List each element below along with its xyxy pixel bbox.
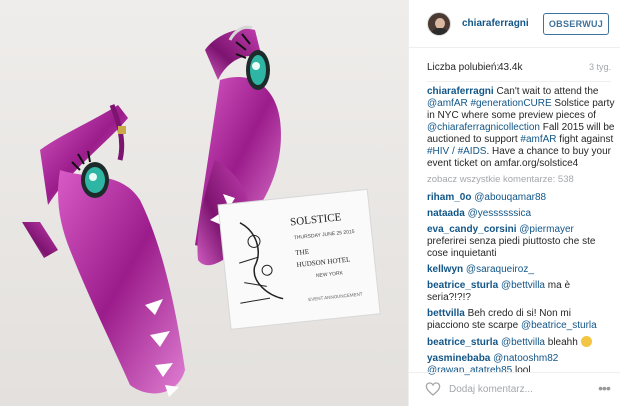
caption-link-hiv-aids[interactable]: #HIV / #AIDS [427,146,486,157]
view-all-comments-link[interactable]: zobacz wszystkie komentarze: 538 [427,174,615,186]
comment-mention[interactable]: @yessssssica [468,208,532,219]
post-header: chiaraferragni OBSERWUJ [409,0,620,48]
more-options-icon[interactable]: ••• [595,379,613,397]
post-time[interactable]: 3 tyg. [589,62,611,72]
caption-link-amfar-tags[interactable]: @amfAR #generationCURE [427,98,552,109]
comment: eva_candy_corsini @piermayer preferirei … [427,224,615,260]
add-comment-input[interactable] [449,380,589,398]
comment-mention[interactable]: @bettvilla [501,337,545,348]
card-venue-1: THE [295,248,309,257]
caption-link-amfar[interactable]: #amfAR [520,134,556,145]
comment-mention[interactable]: @piermayer [519,224,574,235]
comment-username[interactable]: beatrice_sturla [427,337,498,348]
comment: beatrice_sturla @bettvilla bleahh [427,336,615,349]
comment: nataada @yessssssica [427,208,615,220]
caption-text-6: fight against [556,134,614,145]
comment-username[interactable]: beatrice_sturla [427,280,498,291]
caption: chiaraferragni Can't wait to attend the … [427,86,615,170]
post-author-username[interactable]: chiaraferragni [462,18,529,29]
post-footer: ••• [409,372,620,406]
grimace-emoji-icon [580,336,592,347]
comment-username[interactable]: bettvilla [427,308,465,319]
likes-label: Liczba polubień: [427,62,500,73]
likes-count[interactable]: 43.4k [498,62,522,73]
post-photo[interactable]: SOLSTICE THURSDAY JUNE 25 2015 THE HUDSO… [0,0,408,406]
comment: kellwyn @saraqueiroz_ [427,264,615,276]
avatar-body [431,28,449,35]
solstice-invitation-card: SOLSTICE THURSDAY JUNE 25 2015 THE HUDSO… [217,188,381,330]
comment-text: preferirei senza piedi piuttosto che ste… [427,236,596,259]
comment-mention[interactable]: @abouqamar88 [474,192,546,203]
comment-mention[interactable]: @beatrice_sturla [521,320,597,331]
comment: riham_0o @abouqamar88 [427,192,615,204]
caption-text-0: Can't wait to attend the [496,86,599,97]
comments-list: chiaraferragni Can't wait to attend the … [427,86,615,381]
post-meta: Liczba polubień: 43.4k 3 tyg. [427,62,611,76]
comment-text: bleahh [545,337,578,348]
heart-icon[interactable] [425,381,441,397]
comment: beatrice_sturla @bettvilla ma è seria?!?… [427,280,615,304]
comment-username[interactable]: nataada [427,208,465,219]
avatar[interactable] [427,12,451,36]
comment-username[interactable]: kellwyn [427,264,463,275]
follow-button[interactable]: OBSERWUJ [543,13,609,35]
comment-mention[interactable]: @bettvilla [501,280,545,291]
comment: bettvilla Beh credo di si! Non mi piacci… [427,308,615,332]
caption-username[interactable]: chiaraferragni [427,86,494,97]
caption-link-collection[interactable]: @chiaraferragnicollection [427,122,540,133]
comment-username[interactable]: eva_candy_corsini [427,224,517,235]
comment-username[interactable]: yasminebaba [427,353,490,364]
divider [427,81,611,82]
comment-mention[interactable]: @saraqueiroz_ [466,264,534,275]
shoes-photo-illustration: SOLSTICE THURSDAY JUNE 25 2015 THE HUDSO… [0,0,408,406]
post-details-panel: chiaraferragni OBSERWUJ Liczba polubień:… [408,0,620,406]
comment-username[interactable]: riham_0o [427,192,471,203]
